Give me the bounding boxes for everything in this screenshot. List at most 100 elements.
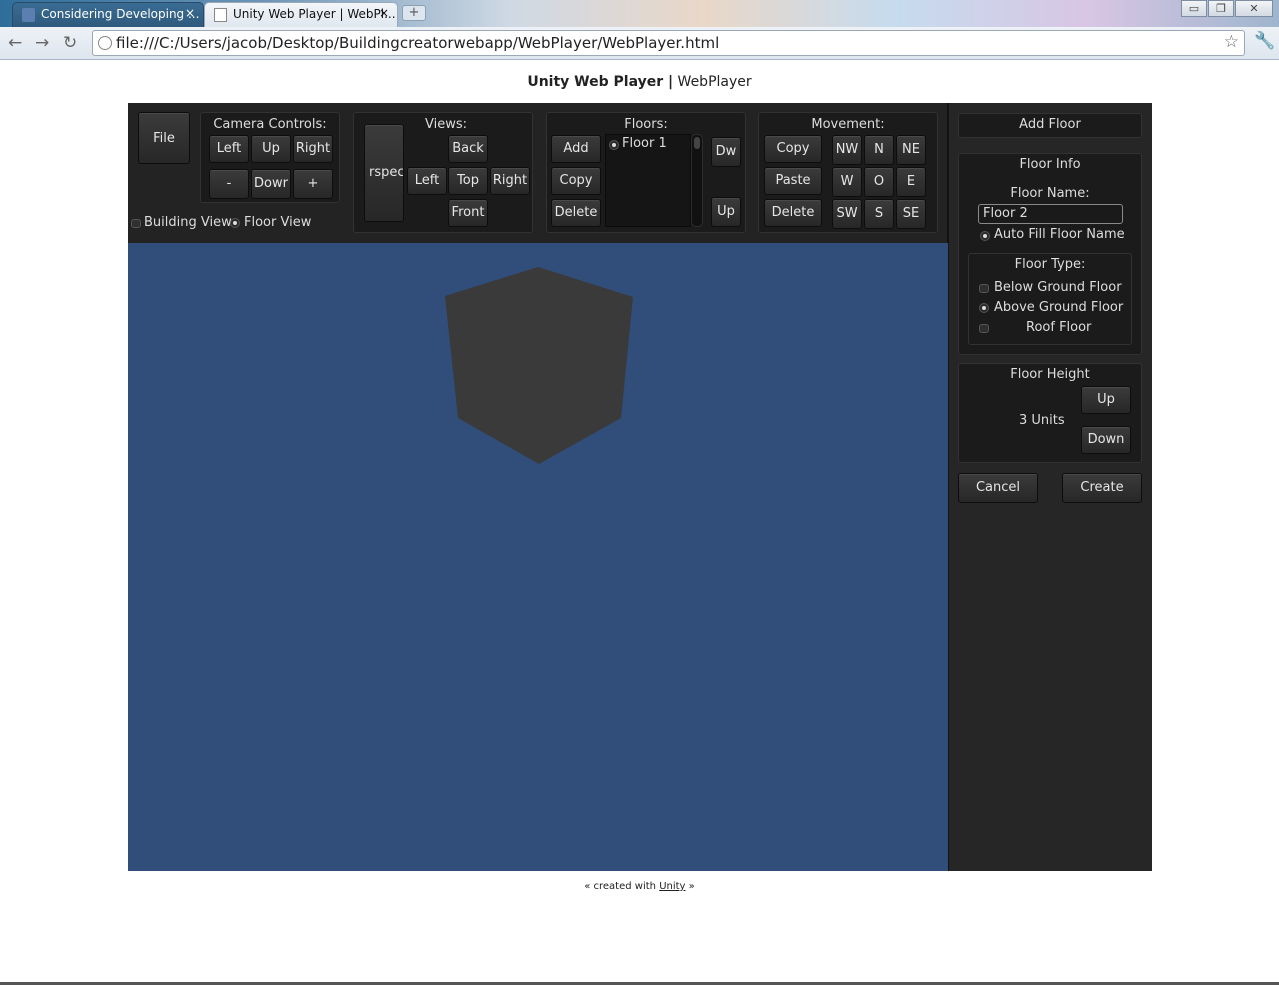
movement-group: Movement: Copy Paste Delete NW N NE W O … <box>758 112 938 233</box>
floor-1-radio[interactable] <box>609 140 619 150</box>
camera-down-button[interactable]: Dowr <box>251 169 291 199</box>
address-bar[interactable]: file:///C:/Users/jacob/Desktop/Buildingc… <box>92 30 1245 56</box>
view-back-button[interactable]: Back <box>448 135 488 163</box>
floors-title: Floors: <box>624 117 668 132</box>
close-window-icon[interactable]: ✕ <box>1235 0 1273 17</box>
movement-paste-button[interactable]: Paste <box>764 167 822 195</box>
window-controls: ▭ ❐ ✕ <box>1180 0 1273 17</box>
move-s-button[interactable]: S <box>864 199 894 229</box>
floor-list-item[interactable]: Floor 1 <box>622 136 667 151</box>
url-text: file:///C:/Users/jacob/Desktop/Buildingc… <box>116 34 720 52</box>
move-e-button[interactable]: E <box>896 167 926 197</box>
movement-delete-button[interactable]: Delete <box>764 199 822 227</box>
auto-fill-label: Auto Fill Floor Name <box>994 227 1125 242</box>
floor-down-button[interactable]: Dw <box>711 137 741 167</box>
floor-height-title: Floor Height <box>1010 367 1090 382</box>
globe-icon <box>98 36 112 50</box>
page-title: Unity Web Player | WebPlayer <box>0 74 1279 90</box>
move-nw-button[interactable]: NW <box>832 135 862 165</box>
tab-label: Considering Developing ... <box>41 7 200 21</box>
height-up-button[interactable]: Up <box>1081 386 1131 414</box>
footer-post: » <box>685 881 695 892</box>
close-tab-icon[interactable]: × <box>185 6 195 20</box>
camera-controls-group: Camera Controls: Left Up Right - Dowr + <box>200 112 340 203</box>
page-title-rest: WebPlayer <box>673 74 752 90</box>
view-right-button[interactable]: Right <box>490 167 530 195</box>
file-button[interactable]: File <box>138 112 190 164</box>
browser-tabstrip: Considering Developing ... × Unity Web P… <box>0 0 1279 27</box>
camera-controls-title: Camera Controls: <box>213 117 327 132</box>
editor-toolbar: File Camera Controls: Left Up Right - Do… <box>128 103 948 243</box>
view-left-button[interactable]: Left <box>407 167 447 195</box>
page-icon <box>214 8 227 22</box>
floor-list-scrollbar[interactable] <box>691 134 703 227</box>
floor-name-label: Floor Name: <box>1010 186 1090 201</box>
wrench-icon[interactable]: 🔧 <box>1254 31 1275 51</box>
views-group: Views: rspec Back Left Top Right Front <box>353 112 533 233</box>
page-footer: « created with Unity » <box>0 881 1279 892</box>
star-icon[interactable]: ☆ <box>1224 32 1239 52</box>
move-se-button[interactable]: SE <box>896 199 926 229</box>
browser-toolbar: ← → ↻ file:///C:/Users/jacob/Desktop/Bui… <box>0 27 1279 60</box>
auto-fill-toggle[interactable] <box>980 231 990 241</box>
camera-left-button[interactable]: Left <box>209 135 249 163</box>
floor-up-button[interactable]: Up <box>711 197 741 227</box>
above-ground-label: Above Ground Floor <box>994 300 1124 315</box>
move-origin-button[interactable]: O <box>864 167 894 197</box>
floor-delete-button[interactable]: Delete <box>551 199 601 227</box>
floor-list[interactable]: Floor 1 <box>605 134 691 227</box>
floor-copy-button[interactable]: Copy <box>551 167 601 195</box>
scrollbar-thumb[interactable] <box>694 137 700 149</box>
forward-icon[interactable]: → <box>35 33 49 53</box>
reload-icon[interactable]: ↻ <box>63 33 77 53</box>
building-view-label: Building View <box>144 215 232 230</box>
camera-zoom-out-button[interactable]: - <box>209 169 249 199</box>
floor-height-group: Floor Height 3 Units Up Down <box>958 363 1142 463</box>
camera-up-button[interactable]: Up <box>251 135 291 163</box>
tab-label: Unity Web Player | WebPl... <box>233 7 396 21</box>
view-front-button[interactable]: Front <box>448 199 488 227</box>
floor-info-group: Floor Info Floor Name: Floor 2 Auto Fill… <box>958 153 1142 355</box>
cube-model <box>445 267 633 464</box>
move-n-button[interactable]: N <box>864 135 894 165</box>
create-button[interactable]: Create <box>1062 473 1142 503</box>
below-ground-label: Below Ground Floor <box>994 280 1122 295</box>
site-favicon-icon <box>22 8 35 22</box>
move-w-button[interactable]: W <box>832 167 862 197</box>
back-icon[interactable]: ← <box>8 33 22 53</box>
cube-shape <box>445 267 633 464</box>
add-floor-header: Add Floor <box>958 113 1142 138</box>
add-floor-title: Add Floor <box>1019 117 1081 132</box>
restore-icon[interactable]: ❐ <box>1208 0 1234 17</box>
new-tab-button[interactable]: + <box>402 5 426 21</box>
building-view-toggle[interactable] <box>131 219 141 228</box>
floor-name-input[interactable]: Floor 2 <box>978 204 1123 224</box>
unity-link[interactable]: Unity <box>659 881 685 892</box>
camera-zoom-in-button[interactable]: + <box>293 169 333 199</box>
minimize-icon[interactable]: ▭ <box>1181 0 1207 17</box>
page-title-bold: Unity Web Player | <box>527 74 674 90</box>
floors-group: Floors: Add Copy Delete Floor 1 Dw Up <box>546 112 746 233</box>
roof-floor-toggle[interactable] <box>979 324 989 333</box>
view-top-button[interactable]: Top <box>448 167 488 195</box>
perspective-button[interactable]: rspec <box>364 124 404 222</box>
movement-title: Movement: <box>811 117 885 132</box>
floor-add-button[interactable]: Add <box>551 135 601 163</box>
move-sw-button[interactable]: SW <box>832 199 862 229</box>
floor-type-group: Floor Type: Below Ground Floor Above Gro… <box>968 253 1132 345</box>
add-floor-panel: Add Floor Floor Info Floor Name: Floor 2… <box>948 103 1152 871</box>
below-ground-toggle[interactable] <box>979 284 989 293</box>
browser-tab-1[interactable]: Considering Developing ... × <box>12 2 204 27</box>
cancel-button[interactable]: Cancel <box>958 473 1038 503</box>
movement-copy-button[interactable]: Copy <box>764 135 822 163</box>
move-ne-button[interactable]: NE <box>896 135 926 165</box>
floor-height-value: 3 Units <box>1019 413 1065 428</box>
camera-right-button[interactable]: Right <box>293 135 333 163</box>
floor-type-title: Floor Type: <box>1014 257 1086 272</box>
footer-pre: « created with <box>584 881 660 892</box>
close-tab-icon[interactable]: × <box>379 6 389 20</box>
height-down-button[interactable]: Down <box>1081 426 1131 454</box>
above-ground-toggle[interactable] <box>979 303 989 313</box>
floor-view-toggle[interactable] <box>230 218 240 228</box>
browser-tab-2[interactable]: Unity Web Player | WebPl... × <box>204 2 398 27</box>
